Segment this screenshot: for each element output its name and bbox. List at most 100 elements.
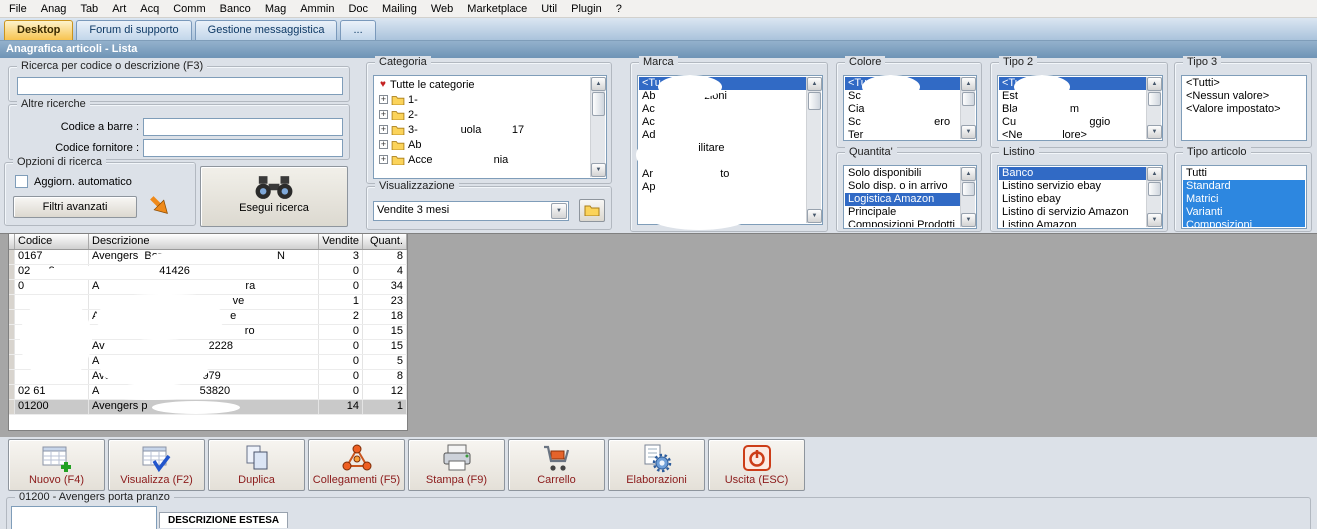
quantita-item[interactable]: Composizioni Prodotti — [845, 219, 960, 227]
menu-item[interactable]: Plugin — [564, 1, 609, 17]
menu-item[interactable]: Acq — [133, 1, 166, 17]
tipo-articolo-item[interactable]: Matrici — [1183, 193, 1305, 206]
listino-item[interactable]: Listino servizio ebay — [999, 180, 1146, 193]
tipo3-item[interactable]: <Valore impostato> — [1183, 103, 1305, 116]
elaborazioni-button[interactable]: Elaborazioni — [608, 439, 705, 491]
menu-item[interactable]: Comm — [166, 1, 212, 17]
listino-item[interactable]: Listino ebay — [999, 193, 1146, 206]
colore-scrollbar[interactable]: ▲ ▼ — [960, 77, 976, 139]
tipo2-item[interactable]: <Ne lore> — [999, 129, 1146, 139]
fornitore-input[interactable] — [143, 139, 343, 157]
expand-plus-icon[interactable]: + — [379, 155, 388, 164]
esegui-ricerca-button[interactable]: Esegui ricerca — [200, 166, 348, 227]
menu-item[interactable]: ? — [609, 1, 629, 17]
header-quant[interactable]: Quant. — [363, 234, 407, 249]
combo-arrow-icon[interactable]: ▼ — [551, 203, 567, 219]
scroll-thumb[interactable] — [1148, 182, 1161, 196]
category-item[interactable]: + 3- uola 17 — [375, 122, 590, 137]
header-vendite[interactable]: Vendite — [319, 234, 363, 249]
scroll-up-icon[interactable]: ▲ — [961, 77, 976, 91]
scroll-up-icon[interactable]: ▲ — [1147, 167, 1162, 181]
scroll-thumb[interactable] — [962, 92, 975, 106]
menu-item[interactable]: Util — [534, 1, 564, 17]
expand-plus-icon[interactable]: + — [379, 140, 388, 149]
scroll-down-icon[interactable]: ▼ — [961, 213, 976, 227]
menu-item[interactable]: Ammin — [293, 1, 341, 17]
categoria-scrollbar[interactable]: ▲ ▼ — [590, 77, 606, 177]
scroll-down-icon[interactable]: ▼ — [807, 209, 822, 223]
colore-item[interactable]: Ter — [845, 129, 960, 139]
tipo-articolo-item[interactable]: Standard — [1183, 180, 1305, 193]
header-codice[interactable]: Codice — [15, 234, 89, 249]
scroll-up-icon[interactable]: ▲ — [1147, 77, 1162, 91]
quantita-item[interactable]: Logistica Amazon — [845, 193, 960, 206]
duplica-button[interactable]: Duplica — [208, 439, 305, 491]
tab-more[interactable]: ... — [340, 20, 376, 40]
expand-plus-icon[interactable]: + — [379, 125, 388, 134]
listino-item[interactable]: Listino Amazon — [999, 219, 1146, 227]
barcode-input[interactable] — [143, 118, 343, 136]
visualizza-button[interactable]: Visualizza (F2) — [108, 439, 205, 491]
category-item[interactable]: + Ab — [375, 137, 590, 152]
menu-item[interactable]: Art — [105, 1, 133, 17]
header-descrizione[interactable]: Descrizione — [89, 234, 319, 249]
scroll-up-icon[interactable]: ▲ — [961, 167, 976, 181]
links-icon — [341, 443, 373, 473]
quantita-scrollbar[interactable]: ▲ ▼ — [960, 167, 976, 227]
tipo3-item[interactable]: <Nessun valore> — [1183, 90, 1305, 103]
menu-item[interactable]: File — [2, 1, 34, 17]
scroll-down-icon[interactable]: ▼ — [1147, 125, 1162, 139]
listino-scrollbar[interactable]: ▲ ▼ — [1146, 167, 1162, 227]
menu-item[interactable]: Anag — [34, 1, 74, 17]
collegamenti-button[interactable]: Collegamenti (F5) — [308, 439, 405, 491]
scroll-down-icon[interactable]: ▼ — [961, 125, 976, 139]
auto-update-checkbox[interactable] — [15, 175, 28, 188]
menu-item[interactable]: Mailing — [375, 1, 424, 17]
carrello-button[interactable]: Carrello — [508, 439, 605, 491]
tipo3-item[interactable]: <Tutti> — [1183, 77, 1305, 90]
scroll-down-icon[interactable]: ▼ — [591, 163, 606, 177]
scroll-thumb[interactable] — [808, 92, 821, 110]
visualizzazione-select[interactable]: Vendite 3 mesi ▼ — [373, 201, 569, 221]
tipo-articolo-item[interactable]: Tutti — [1183, 167, 1305, 180]
expand-plus-icon[interactable]: + — [379, 95, 388, 104]
menu-item[interactable]: Doc — [341, 1, 375, 17]
category-item[interactable]: ♥ Tutte le categorie — [375, 77, 590, 92]
filtri-avanzati-button[interactable]: Filtri avanzati — [13, 196, 137, 218]
folder-button[interactable] — [579, 199, 605, 222]
marca-scrollbar[interactable]: ▲ ▼ — [806, 77, 822, 223]
scroll-up-icon[interactable]: ▲ — [807, 77, 822, 91]
marca-item[interactable]: Ac — [639, 116, 806, 129]
menu-item[interactable]: Marketplace — [460, 1, 534, 17]
nuovo-button[interactable]: Nuovo (F4) — [8, 439, 105, 491]
menu-item[interactable]: Banco — [213, 1, 258, 17]
stampa-button[interactable]: Stampa (F9) — [408, 439, 505, 491]
quantita-item[interactable]: Solo disponibili — [845, 167, 960, 180]
expand-plus-icon[interactable]: + — [379, 110, 388, 119]
tab-forum-di-supporto[interactable]: Forum di supporto — [76, 20, 192, 40]
record-list-box[interactable] — [11, 506, 157, 529]
tab-descrizione-estesa[interactable]: DESCRIZIONE ESTESA — [159, 512, 289, 528]
listino-item[interactable]: Banco — [999, 167, 1146, 180]
scroll-thumb[interactable] — [1148, 92, 1161, 106]
search-input[interactable] — [17, 77, 343, 95]
tipo2-scrollbar[interactable]: ▲ ▼ — [1146, 77, 1162, 139]
listino-item[interactable]: Listino di servizio Amazon — [999, 206, 1146, 219]
scroll-down-icon[interactable]: ▼ — [1147, 213, 1162, 227]
uscita-button[interactable]: Uscita (ESC) — [708, 439, 805, 491]
tipo-articolo-item[interactable]: Varianti — [1183, 206, 1305, 219]
scroll-thumb[interactable] — [592, 92, 605, 116]
tab-gestione-messaggistica[interactable]: Gestione messaggistica — [194, 20, 338, 40]
censor-blob — [420, 100, 490, 122]
scroll-up-icon[interactable]: ▲ — [591, 77, 606, 91]
menu-item[interactable]: Tab — [73, 1, 105, 17]
quantita-item[interactable]: Principale — [845, 206, 960, 219]
marca-item[interactable]: Ac — [639, 103, 806, 116]
scroll-thumb[interactable] — [962, 182, 975, 196]
tab-desktop[interactable]: Desktop — [4, 20, 74, 40]
menu-item[interactable]: Mag — [258, 1, 293, 17]
menu-item[interactable]: Web — [424, 1, 460, 17]
table-row[interactable]: 02 61 A 53820 0 12 — [9, 385, 407, 400]
quantita-item[interactable]: Solo disp. o in arrivo — [845, 180, 960, 193]
tipo-articolo-item[interactable]: Composizioni — [1183, 219, 1305, 227]
